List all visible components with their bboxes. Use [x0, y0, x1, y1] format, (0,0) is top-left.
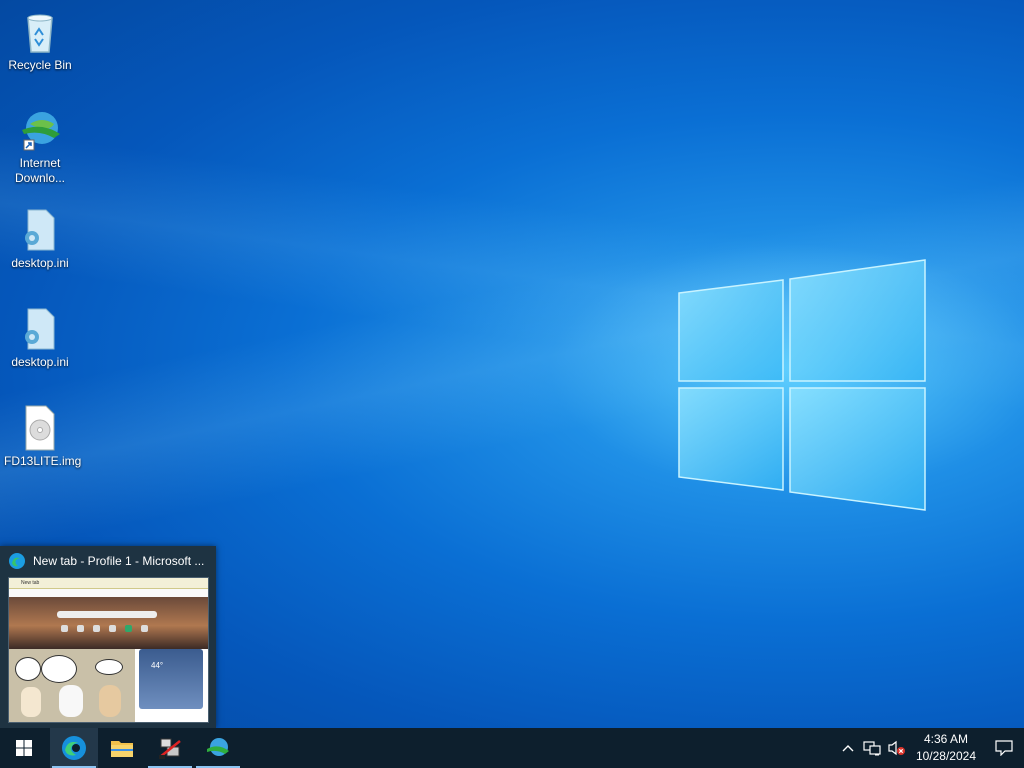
network-app-icon [159, 738, 181, 759]
preview-thumbnail: New tab 44° [8, 577, 209, 723]
edge-icon [62, 736, 86, 760]
taskbar-idm-button[interactable] [194, 728, 242, 768]
system-tray: 4:36 AM 10/28/2024 [836, 728, 1024, 768]
desktop-icon-label-line1: Internet [19, 156, 61, 170]
desktop-icon-recycle-bin[interactable]: Recycle Bin [2, 8, 78, 73]
clock-date: 10/28/2024 [915, 749, 976, 763]
volume-muted-icon [888, 740, 905, 756]
internet-download-manager-icon [22, 112, 60, 151]
desktop-icon-label: FD13LITE.img [4, 454, 82, 468]
thumb-tab-label: New tab [21, 580, 40, 586]
notification-icon [995, 740, 1013, 756]
edge-icon [9, 553, 25, 569]
settings-file-icon [25, 209, 55, 251]
clock-time: 4:36 AM [923, 732, 968, 746]
desktop-icon-desktop-ini-1[interactable]: desktop.ini [2, 206, 78, 271]
taskbar-edge-button[interactable] [50, 728, 98, 768]
taskbar: 4:36 AM 10/28/2024 [0, 728, 1024, 768]
windows-start-icon [16, 740, 32, 756]
desktop-icon-label: Recycle Bin [8, 58, 72, 72]
disk-image-icon [25, 405, 55, 451]
chevron-up-icon [842, 745, 854, 752]
edge-window-preview[interactable]: New tab - Profile 1 - Microsoft ... New … [0, 546, 216, 728]
preview-title: New tab - Profile 1 - Microsoft ... [33, 554, 205, 568]
desktop-icon-label: desktop.ini [11, 256, 69, 270]
taskbar-clock[interactable]: 4:36 AM 10/28/2024 [908, 731, 984, 765]
start-button[interactable] [0, 728, 48, 768]
show-hidden-icons-button[interactable] [836, 728, 860, 768]
desktop-icon-fd13lite-img[interactable]: FD13LITE.img [2, 404, 82, 469]
network-wired-icon [863, 741, 881, 756]
desktop-icon-label-line2: Downlo... [14, 171, 66, 185]
desktop-icon-internet-download-manager[interactable]: Internet Downlo... [2, 106, 78, 186]
volume-button[interactable] [884, 728, 908, 768]
recycle-bin-icon [27, 14, 53, 53]
thumb-weather-temp: 44° [151, 661, 164, 670]
preview-header: New tab - Profile 1 - Microsoft ... [0, 546, 216, 576]
network-status-button[interactable] [860, 728, 884, 768]
folder-icon [111, 741, 133, 757]
action-center-button[interactable] [984, 728, 1024, 768]
settings-file-icon [25, 308, 55, 350]
internet-download-manager-icon [207, 738, 229, 756]
desktop-icon-label: desktop.ini [11, 355, 69, 369]
taskbar-network-app-button[interactable] [146, 728, 194, 768]
taskbar-file-explorer-button[interactable] [98, 728, 146, 768]
desktop-icon-desktop-ini-2[interactable]: desktop.ini [2, 305, 78, 370]
